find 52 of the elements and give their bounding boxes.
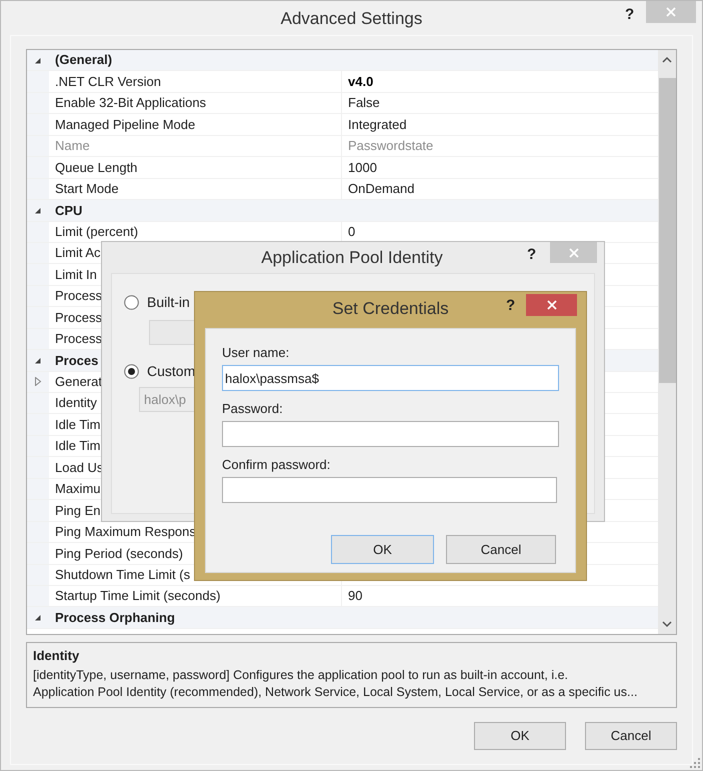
radio-label[interactable]: Built-in: [147, 292, 190, 313]
dialog-button[interactable]: OK: [331, 535, 434, 564]
radio-button[interactable]: [124, 364, 139, 379]
input-field[interactable]: [222, 477, 557, 503]
property-value-cell[interactable]: 0: [342, 222, 658, 242]
dialog-title: Set Credentials: [332, 298, 449, 320]
close-icon: [546, 300, 556, 310]
property-value-cell[interactable]: 90: [342, 586, 658, 606]
category-label[interactable]: CPU: [49, 200, 82, 220]
property-value-cell[interactable]: 1000: [342, 157, 658, 178]
collapse-icon[interactable]: [34, 613, 42, 622]
category-label[interactable]: (General): [49, 50, 112, 70]
property-value-cell[interactable]: Integrated: [342, 114, 658, 135]
close-icon: [666, 7, 676, 17]
category-label[interactable]: Process Orphaning: [49, 608, 175, 628]
help-button[interactable]: ?: [625, 4, 634, 26]
property-name-cell[interactable]: Queue Length: [49, 157, 342, 178]
radio-button[interactable]: [124, 295, 139, 310]
field-label: Confirm password:: [222, 456, 330, 474]
close-button[interactable]: [526, 294, 577, 316]
property-value-cell[interactable]: False: [342, 92, 658, 114]
collapse-icon[interactable]: [34, 56, 42, 65]
description-title: Identity: [33, 647, 80, 665]
resize-grip-icon[interactable]: [690, 758, 700, 768]
input-field[interactable]: [222, 421, 559, 447]
scrollbar[interactable]: [658, 50, 676, 634]
radio-label[interactable]: Custom: [147, 361, 196, 382]
window-title: Advanced Settings: [280, 8, 422, 30]
property-value-cell[interactable]: OnDemand: [342, 178, 658, 200]
property-value-cell[interactable]: v4.0: [342, 71, 658, 92]
scrollbar-thumb[interactable]: [658, 78, 676, 383]
description-text: [identityType, username, password] Configures the application pool to run as built-in account, i.e. Application Pool Identity (recommended), Network Service, Local System, Local Service, or as a specific us...: [33, 666, 638, 700]
property-name-cell[interactable]: Start Mode: [49, 178, 342, 200]
category-label[interactable]: Proces: [49, 350, 98, 370]
property-name-cell[interactable]: Limit (percent): [49, 222, 342, 242]
collapse-icon[interactable]: [34, 356, 42, 365]
expand-icon[interactable]: [34, 377, 42, 386]
collapse-icon[interactable]: [34, 206, 42, 215]
field-label: User name:: [222, 344, 290, 362]
help-button[interactable]: ?: [527, 244, 536, 266]
dialog-button[interactable]: Cancel: [446, 535, 556, 564]
input-field[interactable]: halox\passmsa$: [222, 365, 559, 391]
field-label: Password:: [222, 400, 283, 418]
property-name-cell[interactable]: .NET CLR Version: [49, 71, 342, 92]
dialog-button[interactable]: Cancel: [585, 722, 677, 750]
property-name-cell[interactable]: Enable 32-Bit Applications: [49, 92, 342, 114]
property-name-cell[interactable]: Startup Time Limit (seconds): [49, 586, 342, 606]
property-name-cell[interactable]: Managed Pipeline Mode: [49, 114, 342, 135]
dialog-button[interactable]: OK: [474, 722, 566, 750]
help-button[interactable]: ?: [506, 295, 516, 318]
close-icon: [568, 248, 578, 258]
dialog-title: Application Pool Identity: [261, 246, 443, 269]
